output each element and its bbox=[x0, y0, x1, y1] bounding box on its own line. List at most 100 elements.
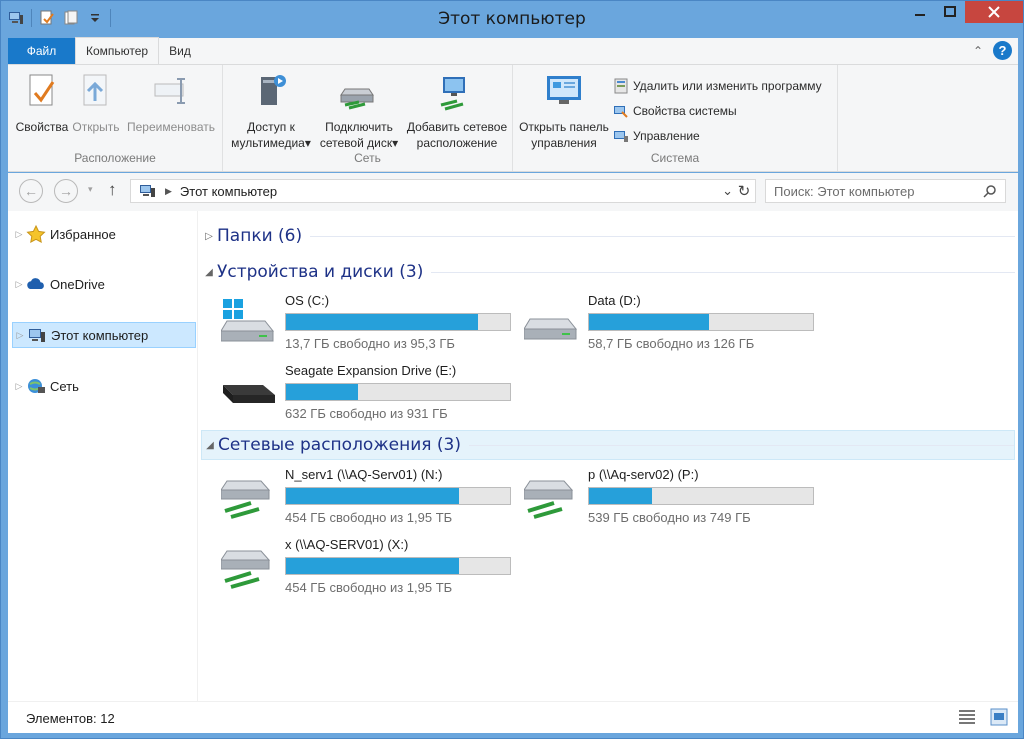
network-drive-icon bbox=[221, 480, 271, 519]
open-button[interactable]: Открыть bbox=[70, 71, 122, 135]
drive-usage-bar bbox=[588, 487, 814, 505]
section-divider bbox=[431, 271, 1015, 273]
system-properties-icon bbox=[614, 105, 628, 118]
expand-icon[interactable]: ▷ bbox=[12, 381, 26, 392]
ribbon-tabs: Файл Компьютер Вид ⌃ ? bbox=[8, 37, 1018, 64]
item-count: Элементов: 12 bbox=[26, 711, 115, 726]
close-button[interactable] bbox=[965, 1, 1023, 23]
windows-drive-icon bbox=[221, 299, 275, 342]
tab-file[interactable]: Файл bbox=[8, 38, 75, 64]
add-network-location-icon bbox=[440, 77, 465, 111]
tab-computer[interactable]: Компьютер bbox=[75, 37, 160, 64]
refresh-button[interactable]: ↻ bbox=[732, 179, 756, 203]
ribbon-group-system: Открыть панель управления Удалить или из… bbox=[513, 65, 838, 171]
star-icon bbox=[26, 225, 46, 243]
search-input[interactable]: Поиск: Этот компьютер bbox=[774, 184, 914, 199]
collapse-arrow-icon[interactable]: ▷ bbox=[201, 231, 217, 242]
expand-icon[interactable]: ▷ bbox=[12, 229, 26, 240]
drive-usage-bar bbox=[285, 383, 511, 401]
expand-arrow-icon[interactable]: ◢ bbox=[201, 267, 217, 278]
section-devices[interactable]: ◢ Устройства и диски (3) bbox=[201, 257, 1015, 287]
media-access-button[interactable]: Доступ к мультимедиа▾ bbox=[227, 71, 315, 151]
group-label-network: Сеть bbox=[354, 151, 381, 165]
drive-usage-fill bbox=[589, 488, 652, 504]
dropdown-arrow-icon: ▾ bbox=[304, 136, 311, 150]
system-properties-button[interactable]: Свойства системы bbox=[613, 98, 822, 123]
back-button[interactable]: ← bbox=[19, 179, 43, 203]
title-bar: Этот компьютер bbox=[1, 1, 1023, 37]
tab-view[interactable]: Вид bbox=[159, 38, 201, 64]
up-arrow-icon[interactable]: ↑ bbox=[108, 180, 117, 200]
search-icon[interactable] bbox=[983, 184, 997, 198]
add-network-location-button[interactable]: Добавить сетевое расположение bbox=[405, 71, 509, 151]
ribbon: Свойства Открыть Переименовать Расположе… bbox=[8, 64, 1018, 172]
cloud-icon bbox=[27, 278, 44, 289]
network-drive-item[interactable]: x (\\AQ-SERV01) (X:) 454 ГБ свободно из … bbox=[221, 537, 521, 597]
programs-icon bbox=[614, 78, 628, 93]
media-server-icon bbox=[261, 75, 286, 105]
ribbon-help-area: ⌃ ? bbox=[973, 41, 1012, 60]
ribbon-group-location: Свойства Открыть Переименовать Расположе… bbox=[8, 65, 223, 171]
forward-button[interactable]: → bbox=[54, 179, 78, 203]
nav-item-this-pc[interactable]: ▷ Этот компьютер bbox=[12, 322, 196, 348]
ribbon-collapse-icon[interactable]: ⌃ bbox=[973, 44, 983, 58]
rename-icon bbox=[154, 78, 185, 104]
drive-usage-fill bbox=[589, 314, 709, 330]
expand-icon[interactable]: ▷ bbox=[12, 279, 26, 290]
drive-usage-fill bbox=[286, 314, 478, 330]
network-drive-item[interactable]: N_serv1 (\\AQ-Serv01) (N:) 454 ГБ свобод… bbox=[221, 467, 521, 527]
group-label-system: Система bbox=[650, 151, 700, 165]
uninstall-program-button[interactable]: Удалить или изменить программу bbox=[613, 73, 822, 98]
drive-free-space: 454 ГБ свободно из 1,95 ТБ bbox=[285, 580, 453, 595]
computer-icon bbox=[140, 185, 155, 197]
drive-free-space: 632 ГБ свободно из 931 ГБ bbox=[285, 406, 448, 421]
network-drive-icon bbox=[340, 88, 374, 110]
help-icon[interactable]: ? bbox=[993, 41, 1012, 60]
expand-arrow-icon[interactable]: ◢ bbox=[202, 440, 218, 451]
address-path[interactable]: Этот компьютер bbox=[180, 184, 277, 199]
nav-item-onedrive[interactable]: ▷ OneDrive bbox=[12, 271, 196, 297]
main-body: ▷ Избранное ▷ OneDrive ▷ Этот компьютер … bbox=[8, 211, 1018, 701]
map-network-drive-button[interactable]: Подключить сетевой диск▾ bbox=[315, 71, 403, 151]
network-drive-item[interactable]: p (\\Aq-serv02) (P:) 539 ГБ свободно из … bbox=[524, 467, 824, 527]
minimize-button[interactable] bbox=[905, 1, 935, 23]
window-title: Этот компьютер bbox=[438, 9, 586, 29]
network-drive-icon bbox=[221, 550, 271, 589]
drive-item[interactable]: Data (D:) 58,7 ГБ свободно из 126 ГБ bbox=[524, 293, 824, 353]
address-bar[interactable]: ▶ Этот компьютер ⌄ bbox=[130, 179, 756, 203]
section-divider bbox=[468, 444, 1014, 446]
control-panel-icon bbox=[547, 76, 581, 104]
open-control-panel-button[interactable]: Открыть панель управления bbox=[515, 71, 613, 151]
explorer-window: Этот компьютер Файл Компьютер Вид ⌃ ? Св… bbox=[0, 0, 1024, 739]
search-box[interactable]: Поиск: Этот компьютер bbox=[765, 179, 1006, 203]
view-switcher bbox=[958, 708, 1008, 726]
hard-drive-icon bbox=[524, 318, 578, 340]
properties-button[interactable]: Свойства bbox=[14, 71, 70, 135]
drive-name: Seagate Expansion Drive (E:) bbox=[285, 363, 457, 378]
details-view-icon[interactable] bbox=[958, 708, 976, 726]
tiles-view-icon[interactable] bbox=[990, 708, 1008, 726]
content-pane: ▷ Папки (6) ◢ Устройства и диски (3) OS … bbox=[199, 211, 1018, 701]
minimize-icon bbox=[915, 14, 925, 16]
drive-free-space: 539 ГБ свободно из 749 ГБ bbox=[588, 510, 751, 525]
rename-button[interactable]: Переименовать bbox=[123, 71, 219, 135]
drive-usage-bar bbox=[588, 313, 814, 331]
drive-free-space: 454 ГБ свободно из 1,95 ТБ bbox=[285, 510, 453, 525]
network-drive-icon bbox=[524, 480, 574, 519]
ribbon-group-network: Доступ к мультимедиа▾ Подключить сетевой… bbox=[223, 65, 513, 171]
drive-item[interactable]: Seagate Expansion Drive (E:) 632 ГБ своб… bbox=[221, 363, 521, 423]
system-commands: Удалить или изменить программу Свойства … bbox=[613, 73, 822, 148]
back-arrow-icon: ← bbox=[24, 183, 38, 199]
nav-item-network[interactable]: ▷ Сеть bbox=[12, 373, 196, 399]
expand-icon[interactable]: ▷ bbox=[13, 330, 27, 341]
nav-item-favorites[interactable]: ▷ Избранное bbox=[12, 221, 196, 247]
drive-item[interactable]: OS (C:) 13,7 ГБ свободно из 95,3 ГБ bbox=[221, 293, 521, 353]
manage-button[interactable]: Управление bbox=[613, 123, 822, 148]
recent-locations-icon[interactable]: ▾ bbox=[88, 184, 93, 195]
drive-name: p (\\Aq-serv02) (P:) bbox=[588, 467, 699, 482]
section-network-locations[interactable]: ◢ Сетевые расположения (3) bbox=[201, 430, 1015, 460]
maximize-button[interactable] bbox=[935, 1, 965, 23]
breadcrumb-chevron-icon[interactable]: ▶ bbox=[165, 186, 172, 197]
drive-name: OS (C:) bbox=[285, 293, 330, 308]
section-folders[interactable]: ▷ Папки (6) bbox=[201, 221, 1015, 251]
